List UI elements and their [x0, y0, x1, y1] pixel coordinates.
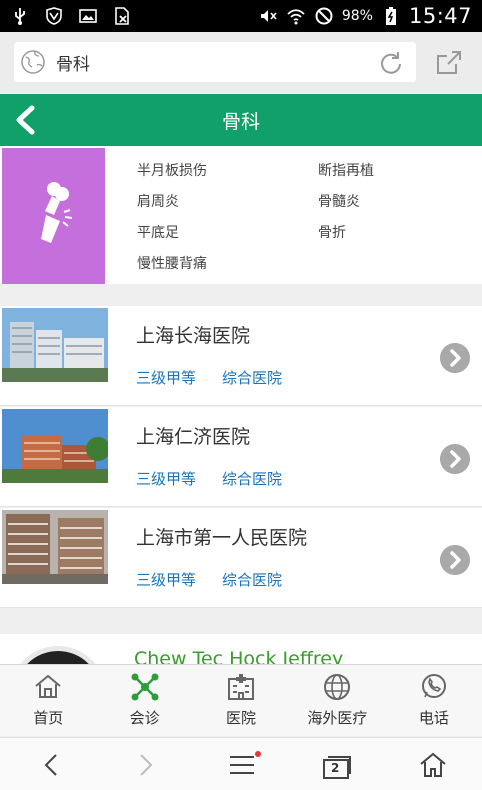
tab-label: 会诊: [129, 709, 160, 727]
hospital-photo: [2, 409, 108, 483]
file-x-icon: [115, 7, 129, 25]
hospital-level: 三级甲等: [136, 369, 197, 387]
home-icon: [35, 674, 61, 698]
hospital-name: 上海仁济医院: [136, 426, 251, 448]
chevron-right-icon: [440, 545, 470, 575]
menu-icon[interactable]: [228, 752, 256, 778]
back-arrow-icon[interactable]: [38, 752, 66, 778]
tab-label: 首页: [33, 709, 64, 727]
page-header: 骨科: [0, 94, 482, 146]
hospital-row[interactable]: 上海市第一人民医院 三级甲等 综合医院: [0, 508, 482, 608]
tab-consult[interactable]: 会诊: [96, 665, 192, 736]
home-nav-icon[interactable]: [419, 752, 447, 778]
hospital-level: 三级甲等: [136, 571, 197, 589]
usb-icon: [15, 8, 25, 25]
vpn-shield-icon: [46, 7, 62, 25]
share-icon[interactable]: [434, 48, 464, 78]
hospital-row[interactable]: 上海仁济医院 三级甲等 综合医院: [0, 407, 482, 507]
disease-link[interactable]: 骨髓炎: [318, 191, 360, 211]
tab-overseas[interactable]: 海外医疗: [289, 665, 385, 736]
mute-icon: [260, 10, 277, 22]
block-icon: [315, 7, 333, 25]
tab-label: 海外医疗: [307, 709, 368, 727]
hospital-level: 三级甲等: [136, 470, 197, 488]
hospital-photo: [2, 510, 108, 584]
category-panel: 半月板损伤 断指再植 肩周炎 骨髓炎 平底足 骨折 慢性腰背痛: [0, 146, 482, 284]
url-text: 骨科: [56, 54, 90, 75]
disease-link[interactable]: 平底足: [137, 222, 179, 242]
globe-site-icon: [21, 50, 45, 74]
disease-link[interactable]: 断指再植: [318, 160, 374, 180]
bone-category-tile: [2, 148, 105, 284]
status-bar: 98% 15:47: [0, 0, 482, 32]
tab-hospital[interactable]: 医院: [193, 665, 289, 736]
tabs-button[interactable]: 2: [322, 754, 352, 780]
chevron-right-icon: [440, 444, 470, 474]
clock: 15:47: [408, 4, 472, 28]
notification-dot: [255, 751, 261, 757]
tab-count: 2: [331, 761, 340, 775]
broken-bone-icon: [41, 182, 73, 243]
battery-percent: 98%: [341, 8, 373, 24]
tab-label: 电话: [418, 709, 449, 727]
hospital-type: 综合医院: [222, 571, 283, 589]
disease-link[interactable]: 肩周炎: [137, 191, 179, 211]
disease-link[interactable]: 骨折: [318, 222, 346, 242]
hospital-name: 上海市第一人民医院: [136, 527, 308, 549]
wifi-icon: [287, 9, 305, 25]
chevron-right-icon: [440, 343, 470, 373]
tab-label: 医院: [226, 709, 257, 727]
hospital-photo: [2, 308, 108, 382]
disease-link[interactable]: 慢性腰背痛: [137, 253, 207, 273]
globe-icon: [324, 674, 351, 700]
phone-icon: [421, 674, 446, 698]
tab-home[interactable]: 首页: [0, 665, 96, 736]
disease-link[interactable]: 半月板损伤: [137, 160, 207, 180]
hospital-icon: [228, 674, 255, 700]
browser-toolbar: 骨科: [0, 32, 482, 92]
hospital-list: 上海长海医院 三级甲等 综合医院 上海仁济医院 三级甲等 综合医院 上海市第一人…: [0, 306, 482, 609]
hospital-row[interactable]: 上海长海医院 三级甲等 综合医院: [0, 306, 482, 406]
forward-arrow-icon[interactable]: [131, 752, 159, 778]
page-title: 骨科: [221, 111, 260, 133]
browser-nav-bar: 2: [0, 737, 482, 790]
tab-phone[interactable]: 电话: [386, 665, 482, 736]
image-icon: [79, 9, 97, 23]
screen: 98% 15:47 骨科 骨科 半月板损伤 断指再植 肩周炎 骨髓炎 平底足 骨…: [0, 0, 482, 790]
hospital-name: 上海长海医院: [136, 325, 251, 347]
hospital-type: 综合医院: [222, 470, 283, 488]
url-field[interactable]: 骨科: [14, 42, 416, 82]
bottom-tab-bar: 首页 会诊 医院 海外医疗 电话: [0, 664, 482, 736]
reload-icon[interactable]: [376, 49, 406, 79]
battery-charging-icon: [385, 7, 396, 25]
network-icon: [131, 673, 159, 701]
hospital-type: 综合医院: [222, 369, 283, 387]
